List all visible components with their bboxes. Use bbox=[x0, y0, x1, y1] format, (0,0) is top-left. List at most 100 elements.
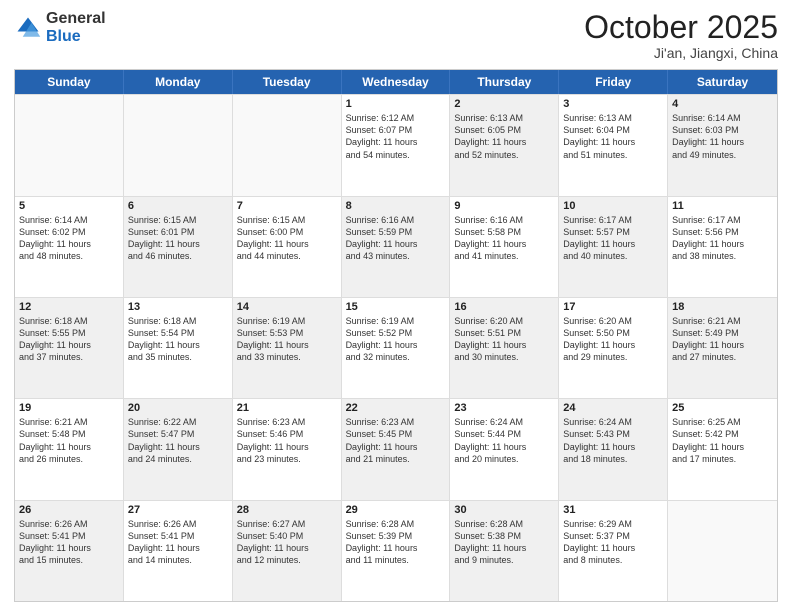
day-number: 17 bbox=[563, 301, 663, 313]
cal-day-29: 29Sunrise: 6:28 AM Sunset: 5:39 PM Dayli… bbox=[342, 501, 451, 601]
calendar-row-3: 19 Sunrise: 6:21 AM Sunset: 5:48 PM Dayli… bbox=[15, 398, 777, 499]
day-info: Sunrise: 6:15 AM Sunset: 6:00 PM Dayligh… bbox=[237, 214, 337, 263]
cal-day-1: 1 Sunrise: 6:12 AM Sunset: 6:07 PM Daylig… bbox=[342, 95, 451, 195]
day-info: Sunrise: 6:14 AM Sunset: 6:02 PM Dayligh… bbox=[19, 214, 119, 263]
day-info: Sunrise: 6:23 AM Sunset: 5:45 PM Dayligh… bbox=[346, 416, 446, 465]
logo-general: General bbox=[46, 10, 106, 28]
calendar-body: 1 Sunrise: 6:12 AM Sunset: 6:07 PM Daylig… bbox=[15, 94, 777, 601]
day-of-week-sunday: Sunday bbox=[15, 70, 124, 94]
day-number: 24 bbox=[563, 402, 663, 414]
day-info: Sunrise: 6:26 AM Sunset: 5:41 PM Dayligh… bbox=[19, 518, 119, 567]
day-info: Sunrise: 6:17 AM Sunset: 5:56 PM Dayligh… bbox=[672, 214, 773, 263]
day-info: Sunrise: 6:20 AM Sunset: 5:50 PM Dayligh… bbox=[563, 315, 663, 364]
day-number: 13 bbox=[128, 301, 228, 313]
day-info: Sunrise: 6:25 AM Sunset: 5:42 PM Dayligh… bbox=[672, 416, 773, 465]
day-number: 23 bbox=[454, 402, 554, 414]
calendar-row-4: 26Sunrise: 6:26 AM Sunset: 5:41 PM Dayli… bbox=[15, 500, 777, 601]
cal-day-13: 13 Sunrise: 6:18 AM Sunset: 5:54 PM Dayli… bbox=[124, 298, 233, 398]
day-info: Sunrise: 6:15 AM Sunset: 6:01 PM Dayligh… bbox=[128, 214, 228, 263]
day-number: 30 bbox=[454, 504, 554, 516]
cal-day-3: 3Sunrise: 6:13 AM Sunset: 6:04 PM Daylig… bbox=[559, 95, 668, 195]
cal-day-11: 11Sunrise: 6:17 AM Sunset: 5:56 PM Dayli… bbox=[668, 197, 777, 297]
cal-empty bbox=[124, 95, 233, 195]
logo: General Blue bbox=[14, 10, 106, 45]
title-block: October 2025 Ji'an, Jiangxi, China bbox=[584, 10, 778, 61]
cal-day-24: 24 Sunrise: 6:24 AM Sunset: 5:43 PM Dayli… bbox=[559, 399, 668, 499]
cal-day-6: 6 Sunrise: 6:15 AM Sunset: 6:01 PM Daylig… bbox=[124, 197, 233, 297]
cal-day-17: 17 Sunrise: 6:20 AM Sunset: 5:50 PM Dayli… bbox=[559, 298, 668, 398]
cal-day-12: 12 Sunrise: 6:18 AM Sunset: 5:55 PM Dayli… bbox=[15, 298, 124, 398]
day-number: 5 bbox=[19, 200, 119, 212]
calendar-header: SundayMondayTuesdayWednesdayThursdayFrid… bbox=[15, 70, 777, 94]
day-number: 9 bbox=[454, 200, 554, 212]
day-info: Sunrise: 6:24 AM Sunset: 5:43 PM Dayligh… bbox=[563, 416, 663, 465]
day-info: Sunrise: 6:18 AM Sunset: 5:54 PM Dayligh… bbox=[128, 315, 228, 364]
day-number: 18 bbox=[672, 301, 773, 313]
day-of-week-tuesday: Tuesday bbox=[233, 70, 342, 94]
day-number: 19 bbox=[19, 402, 119, 414]
day-number: 2 bbox=[454, 98, 554, 110]
calendar-row-1: 5 Sunrise: 6:14 AM Sunset: 6:02 PM Daylig… bbox=[15, 196, 777, 297]
cal-day-20: 20Sunrise: 6:22 AM Sunset: 5:47 PM Dayli… bbox=[124, 399, 233, 499]
day-info: Sunrise: 6:23 AM Sunset: 5:46 PM Dayligh… bbox=[237, 416, 337, 465]
day-number: 22 bbox=[346, 402, 446, 414]
day-number: 12 bbox=[19, 301, 119, 313]
day-info: Sunrise: 6:19 AM Sunset: 5:53 PM Dayligh… bbox=[237, 315, 337, 364]
day-number: 21 bbox=[237, 402, 337, 414]
cal-empty bbox=[668, 501, 777, 601]
calendar-row-0: 1 Sunrise: 6:12 AM Sunset: 6:07 PM Daylig… bbox=[15, 94, 777, 195]
day-info: Sunrise: 6:12 AM Sunset: 6:07 PM Dayligh… bbox=[346, 112, 446, 161]
day-number: 16 bbox=[454, 301, 554, 313]
day-info: Sunrise: 6:13 AM Sunset: 6:05 PM Dayligh… bbox=[454, 112, 554, 161]
day-number: 14 bbox=[237, 301, 337, 313]
day-info: Sunrise: 6:17 AM Sunset: 5:57 PM Dayligh… bbox=[563, 214, 663, 263]
page: General Blue October 2025 Ji'an, Jiangxi… bbox=[0, 0, 792, 612]
cal-day-9: 9 Sunrise: 6:16 AM Sunset: 5:58 PM Daylig… bbox=[450, 197, 559, 297]
calendar-row-2: 12 Sunrise: 6:18 AM Sunset: 5:55 PM Dayli… bbox=[15, 297, 777, 398]
cal-day-30: 30 Sunrise: 6:28 AM Sunset: 5:38 PM Dayli… bbox=[450, 501, 559, 601]
cal-day-25: 25 Sunrise: 6:25 AM Sunset: 5:42 PM Dayli… bbox=[668, 399, 777, 499]
cal-day-4: 4Sunrise: 6:14 AM Sunset: 6:03 PM Daylig… bbox=[668, 95, 777, 195]
day-number: 31 bbox=[563, 504, 663, 516]
logo-text: General Blue bbox=[46, 10, 106, 45]
logo-blue: Blue bbox=[46, 28, 106, 46]
day-info: Sunrise: 6:28 AM Sunset: 5:38 PM Dayligh… bbox=[454, 518, 554, 567]
day-number: 1 bbox=[346, 98, 446, 110]
cal-day-7: 7Sunrise: 6:15 AM Sunset: 6:00 PM Daylig… bbox=[233, 197, 342, 297]
day-number: 25 bbox=[672, 402, 773, 414]
cal-day-5: 5 Sunrise: 6:14 AM Sunset: 6:02 PM Daylig… bbox=[15, 197, 124, 297]
calendar: SundayMondayTuesdayWednesdayThursdayFrid… bbox=[14, 69, 778, 602]
day-info: Sunrise: 6:16 AM Sunset: 5:59 PM Dayligh… bbox=[346, 214, 446, 263]
day-of-week-thursday: Thursday bbox=[450, 70, 559, 94]
cal-empty bbox=[233, 95, 342, 195]
day-info: Sunrise: 6:18 AM Sunset: 5:55 PM Dayligh… bbox=[19, 315, 119, 364]
day-number: 6 bbox=[128, 200, 228, 212]
cal-day-26: 26Sunrise: 6:26 AM Sunset: 5:41 PM Dayli… bbox=[15, 501, 124, 601]
day-info: Sunrise: 6:29 AM Sunset: 5:37 PM Dayligh… bbox=[563, 518, 663, 567]
cal-day-10: 10Sunrise: 6:17 AM Sunset: 5:57 PM Dayli… bbox=[559, 197, 668, 297]
day-info: Sunrise: 6:16 AM Sunset: 5:58 PM Dayligh… bbox=[454, 214, 554, 263]
day-of-week-friday: Friday bbox=[559, 70, 668, 94]
day-info: Sunrise: 6:26 AM Sunset: 5:41 PM Dayligh… bbox=[128, 518, 228, 567]
cal-day-27: 27 Sunrise: 6:26 AM Sunset: 5:41 PM Dayli… bbox=[124, 501, 233, 601]
day-info: Sunrise: 6:27 AM Sunset: 5:40 PM Dayligh… bbox=[237, 518, 337, 567]
cal-day-15: 15 Sunrise: 6:19 AM Sunset: 5:52 PM Dayli… bbox=[342, 298, 451, 398]
cal-empty bbox=[15, 95, 124, 195]
day-number: 27 bbox=[128, 504, 228, 516]
cal-day-21: 21 Sunrise: 6:23 AM Sunset: 5:46 PM Dayli… bbox=[233, 399, 342, 499]
cal-day-28: 28Sunrise: 6:27 AM Sunset: 5:40 PM Dayli… bbox=[233, 501, 342, 601]
cal-day-18: 18Sunrise: 6:21 AM Sunset: 5:49 PM Dayli… bbox=[668, 298, 777, 398]
day-info: Sunrise: 6:20 AM Sunset: 5:51 PM Dayligh… bbox=[454, 315, 554, 364]
day-number: 20 bbox=[128, 402, 228, 414]
day-info: Sunrise: 6:21 AM Sunset: 5:48 PM Dayligh… bbox=[19, 416, 119, 465]
day-number: 15 bbox=[346, 301, 446, 313]
day-number: 4 bbox=[672, 98, 773, 110]
cal-day-2: 2 Sunrise: 6:13 AM Sunset: 6:05 PM Daylig… bbox=[450, 95, 559, 195]
day-of-week-wednesday: Wednesday bbox=[342, 70, 451, 94]
cal-day-19: 19 Sunrise: 6:21 AM Sunset: 5:48 PM Dayli… bbox=[15, 399, 124, 499]
cal-day-22: 22 Sunrise: 6:23 AM Sunset: 5:45 PM Dayli… bbox=[342, 399, 451, 499]
day-number: 3 bbox=[563, 98, 663, 110]
day-info: Sunrise: 6:19 AM Sunset: 5:52 PM Dayligh… bbox=[346, 315, 446, 364]
logo-icon bbox=[14, 14, 42, 42]
day-number: 8 bbox=[346, 200, 446, 212]
